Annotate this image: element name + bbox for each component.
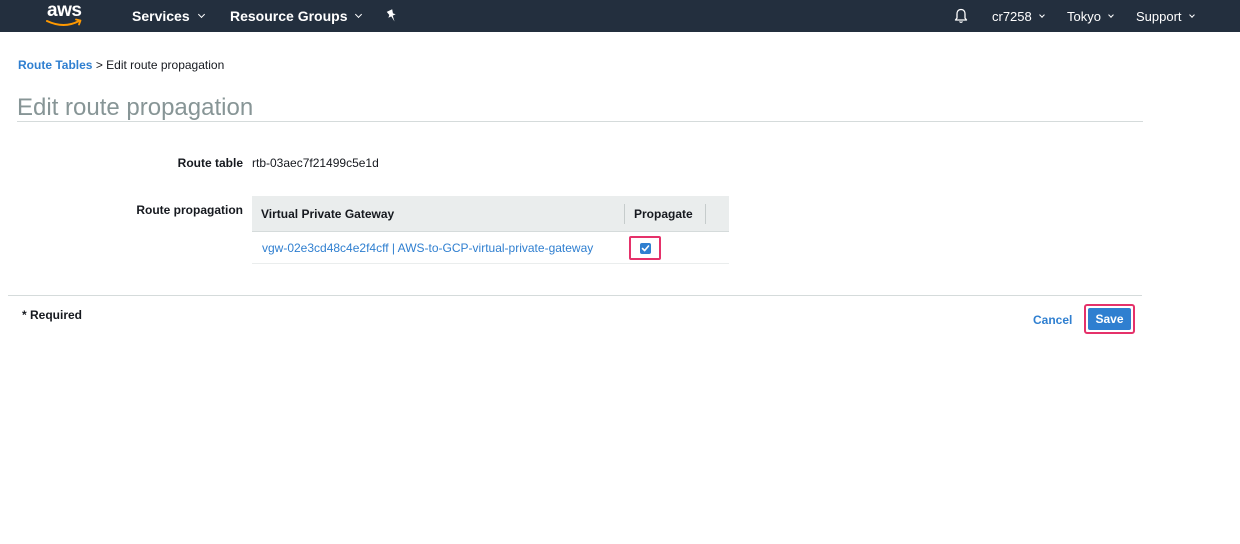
pin-icon[interactable] <box>386 0 398 32</box>
column-header-gateway: Virtual Private Gateway <box>261 207 395 221</box>
resource-groups-label: Resource Groups <box>230 8 348 24</box>
aws-logo[interactable]: aws <box>45 0 89 32</box>
account-label: cr7258 <box>992 8 1032 24</box>
account-menu[interactable]: cr7258 <box>992 0 1045 32</box>
breadcrumb-route-tables-link[interactable]: Route Tables <box>18 58 92 72</box>
check-icon <box>641 245 650 252</box>
chevron-down-icon <box>197 10 205 18</box>
aws-smile-icon <box>46 18 82 26</box>
breadcrumb-current: Edit route propagation <box>106 58 225 72</box>
chevron-down-icon <box>1188 11 1195 18</box>
route-table-value: rtb-03aec7f21499c5e1d <box>252 156 379 170</box>
route-propagation-label: Route propagation <box>136 203 243 217</box>
table-row: vgw-02e3cd48c4e2f4cff | AWS-to-GCP-virtu… <box>252 232 729 264</box>
page-title: Edit route propagation <box>17 94 254 121</box>
gateway-link[interactable]: vgw-02e3cd48c4e2f4cff | AWS-to-GCP-virtu… <box>262 232 593 264</box>
column-separator <box>705 204 706 224</box>
services-label: Services <box>132 8 190 24</box>
bell-icon[interactable] <box>954 0 968 32</box>
chevron-down-icon <box>355 10 363 18</box>
region-menu[interactable]: Tokyo <box>1067 0 1114 32</box>
route-table-label: Route table <box>177 156 243 170</box>
propagate-checkbox[interactable] <box>640 243 651 254</box>
chevron-down-icon <box>1108 11 1114 18</box>
required-note: * Required <box>22 308 83 322</box>
resource-groups-menu[interactable]: Resource Groups <box>230 0 363 32</box>
save-button[interactable]: Save <box>1088 308 1131 330</box>
support-menu[interactable]: Support <box>1136 0 1195 32</box>
services-menu[interactable]: Services <box>132 0 205 32</box>
breadcrumb: Route Tables > Edit route propagation <box>18 58 224 72</box>
title-divider <box>17 121 1143 122</box>
support-label: Support <box>1136 8 1182 24</box>
region-label: Tokyo <box>1067 8 1101 24</box>
propagation-table: Virtual Private Gateway Propagate vgw-02… <box>252 196 729 264</box>
top-nav-bar: aws Services Resource Groups cr7258 Toky… <box>0 0 1240 32</box>
breadcrumb-separator: > <box>95 58 103 72</box>
bell-icon-graphic <box>954 8 968 23</box>
table-header: Virtual Private Gateway Propagate <box>252 196 729 232</box>
chevron-down-icon <box>1038 11 1045 18</box>
column-header-propagate: Propagate <box>634 207 693 221</box>
propagate-checkbox-highlight <box>629 236 661 260</box>
footer-divider <box>8 295 1142 296</box>
column-separator <box>624 204 625 224</box>
pin-icon-graphic <box>386 9 396 22</box>
cancel-button[interactable]: Cancel <box>1033 312 1072 328</box>
